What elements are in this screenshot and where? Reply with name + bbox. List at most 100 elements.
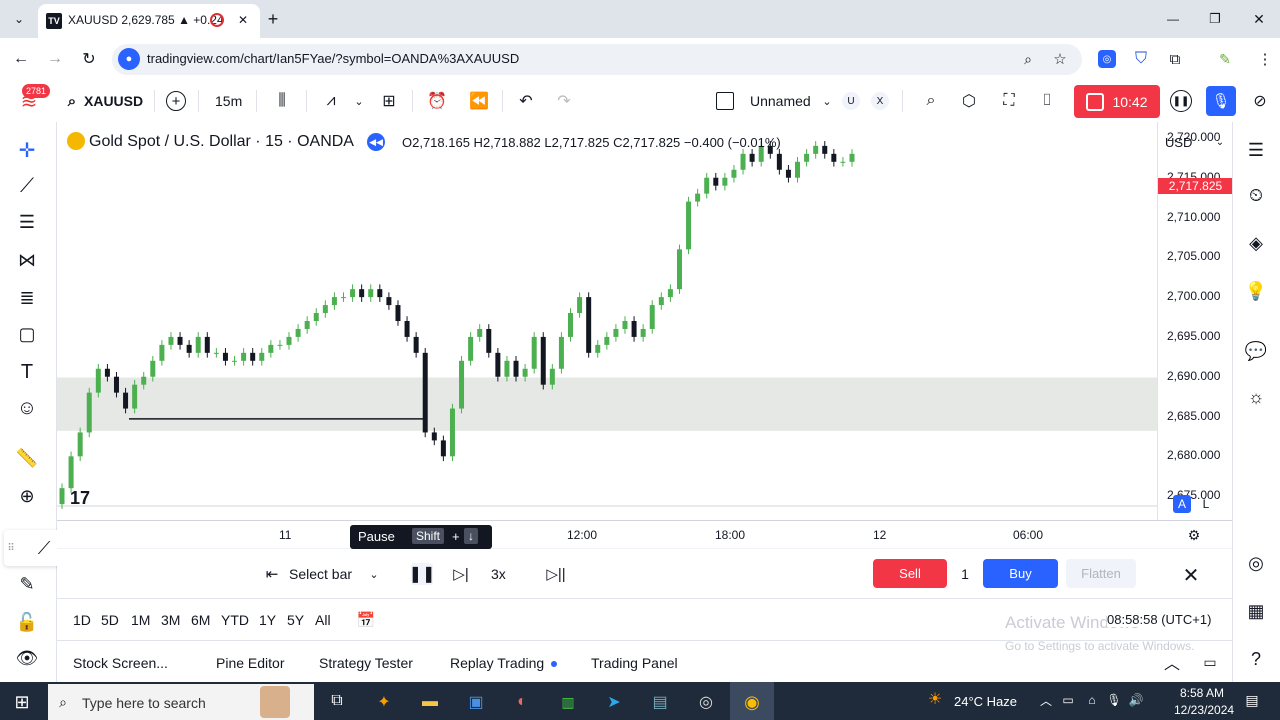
layout-dropdown-icon[interactable]: ⌄ — [820, 92, 834, 110]
sell-button[interactable]: Sell — [873, 559, 947, 588]
fib-retracement-icon[interactable]: ☰ — [14, 210, 40, 234]
indicators-dropdown-icon[interactable]: ⌄ — [352, 91, 366, 111]
chat-icon[interactable]: 💬 — [1243, 338, 1269, 364]
utc-clock[interactable]: 08:58:58 (UTC+1) — [1107, 612, 1212, 627]
candles-chart-type-icon[interactable]: ⫼ — [272, 91, 292, 111]
maximize-button[interactable]: ❐ — [1204, 8, 1226, 30]
range-1y[interactable]: 1Y — [259, 612, 276, 628]
indicators-icon[interactable]: ⩘ — [320, 91, 342, 111]
bookmark-star-icon[interactable]: ☆ — [1050, 49, 1070, 69]
extensions-puzzle-icon[interactable]: ⧉ — [1166, 50, 1184, 68]
close-window-button[interactable]: ✕ — [1248, 8, 1270, 30]
prediction-icon[interactable]: ≣ — [14, 286, 40, 310]
recording-stop-button[interactable]: 10:42 — [1074, 85, 1160, 118]
range-1d[interactable]: 1D — [73, 612, 91, 628]
range-3m[interactable]: 3M — [161, 612, 180, 628]
windows-start-icon[interactable]: ⊞ — [10, 690, 34, 714]
battery-icon[interactable]: ▭ — [1060, 692, 1076, 708]
range-6m[interactable]: 6M — [191, 612, 210, 628]
pattern-icon[interactable]: ⋈ — [14, 248, 40, 272]
alert-clock-icon[interactable]: ⏰ — [426, 91, 448, 111]
goto-date-icon[interactable]: 📅 — [355, 609, 377, 631]
weather-text[interactable]: 24°C Haze — [954, 694, 1017, 709]
app-icon-2[interactable]: ◐ — [510, 690, 534, 714]
u-button[interactable]: U — [842, 92, 860, 110]
range-ytd[interactable]: YTD — [221, 612, 249, 628]
microphone-icon[interactable]: 🎙 — [1206, 86, 1236, 116]
fav-trendline-icon[interactable]: ⟋ — [32, 536, 56, 560]
file-explorer-icon[interactable]: ▬ — [418, 690, 442, 714]
shield-extension-icon[interactable]: ⛉ — [1132, 50, 1150, 68]
pause-icon[interactable]: ❚❚ — [409, 563, 435, 585]
close-tab-icon[interactable]: ✕ — [234, 11, 252, 29]
jump-to-realtime-icon[interactable]: ▷|| — [545, 563, 567, 585]
magnet-icon[interactable]: ✎ — [14, 572, 40, 596]
taskbar-date[interactable]: 12/23/2024 — [1174, 703, 1234, 717]
crosshair-icon[interactable]: ✛ — [14, 138, 40, 162]
search-icon[interactable]: ⌕ — [64, 93, 80, 110]
select-bar-button[interactable]: Select bar — [289, 566, 352, 582]
minimize-button[interactable]: — — [1162, 8, 1184, 30]
range-5y[interactable]: 5Y — [287, 612, 304, 628]
site-info-icon[interactable]: ● — [118, 48, 140, 70]
tradingview-logo[interactable]: 17 — [70, 488, 102, 508]
chrome-icon[interactable]: ◉ — [740, 690, 764, 714]
range-5d[interactable]: 5D — [101, 612, 119, 628]
app-icon-5[interactable]: ◎ — [694, 690, 718, 714]
replay-speed[interactable]: 3x — [491, 566, 506, 582]
copilot-icon[interactable]: ✦ — [372, 690, 396, 714]
trendline-icon[interactable]: ⟋ — [14, 174, 40, 198]
zoom-icon[interactable]: ⌕ — [1018, 49, 1038, 69]
omnibox[interactable]: ● tradingview.com/chart/Ian5FYae/?symbol… — [112, 44, 1082, 75]
collapse-panel-icon[interactable]: ︿ — [1161, 651, 1183, 673]
streams-icon[interactable]: ☼ — [1243, 384, 1269, 410]
volume-icon[interactable]: 🔊 — [1128, 692, 1144, 708]
lock-icon[interactable]: 🔓 — [14, 610, 40, 634]
axis-settings-icon[interactable]: ⚙ — [1185, 526, 1203, 544]
settings-gear-icon[interactable]: ⬡ — [958, 91, 980, 111]
text-tool-icon[interactable]: T — [14, 360, 40, 384]
data-window-icon[interactable]: ◎ — [1243, 550, 1269, 576]
camera-off-icon[interactable]: ⊘ — [1248, 90, 1272, 112]
zoom-in-icon[interactable]: ⊕ — [14, 484, 40, 508]
symbol-search[interactable]: XAUUSD — [84, 93, 143, 109]
replay-icon[interactable]: ⏪ — [468, 91, 490, 111]
ruler-icon[interactable]: 📏 — [14, 446, 40, 470]
help-icon[interactable]: ? — [1243, 646, 1269, 672]
tab-stock-screener[interactable]: Stock Screen... — [73, 655, 168, 671]
interval-selector[interactable]: 15m — [215, 93, 242, 109]
tab-strategy-tester[interactable]: Strategy Tester — [319, 655, 413, 671]
replay-mode-icon[interactable]: ◀◀ — [367, 133, 385, 151]
maximize-panel-icon[interactable]: ▭ — [1199, 651, 1221, 673]
calendar-icon[interactable]: ▦ — [1243, 598, 1269, 624]
watchlist-icon[interactable]: ☰ — [1243, 137, 1269, 163]
range-all[interactable]: All — [315, 612, 331, 628]
taskbar-search-box[interactable]: ⌕ Type here to search — [48, 684, 314, 720]
tab-trading-panel[interactable]: Trading Panel — [591, 655, 678, 671]
layers-icon[interactable]: ◈ — [1243, 230, 1269, 256]
log-scale-button[interactable]: L — [1197, 495, 1215, 513]
reload-icon[interactable]: ↻ — [78, 48, 100, 70]
back-icon[interactable]: ← — [10, 48, 32, 70]
new-tab-button[interactable]: + — [262, 8, 284, 30]
price-axis[interactable]: USD ⌄ 2,720.000 2,715.000 2,710.000 2,705.0… — [1157, 122, 1233, 520]
snapshot-camera-icon[interactable]: ⌷ — [1036, 91, 1058, 111]
browser-tab[interactable]: TV XAUUSD 2,629.785 ▲ +0.24 ✕ — [38, 4, 260, 38]
visibility-eye-icon[interactable]: 👁 — [14, 646, 40, 670]
taskbar-time[interactable]: 8:58 AM — [1180, 686, 1224, 700]
telegram-icon[interactable]: ➤ — [602, 690, 626, 714]
redo-icon[interactable]: ↷ — [554, 91, 574, 111]
x-button[interactable]: X — [871, 92, 889, 110]
tab-pine-editor[interactable]: Pine Editor — [216, 655, 284, 671]
mic-tray-icon[interactable]: 🎙 — [1106, 692, 1122, 708]
templates-grid-icon[interactable]: ⊞ — [378, 91, 400, 111]
quick-search-icon[interactable]: ⌕ — [920, 91, 942, 111]
compare-add-icon[interactable]: + — [166, 91, 186, 111]
forward-icon[interactable]: → — [44, 48, 66, 70]
fullscreen-icon[interactable]: ⛶ — [998, 91, 1020, 111]
network-icon[interactable]: ⌂ — [1084, 692, 1100, 708]
step-forward-icon[interactable]: ▷| — [450, 563, 472, 585]
layout-square-icon[interactable] — [716, 92, 734, 110]
notification-center-icon[interactable]: ▤ — [1242, 690, 1262, 710]
flatten-button[interactable]: Flatten — [1066, 559, 1136, 588]
